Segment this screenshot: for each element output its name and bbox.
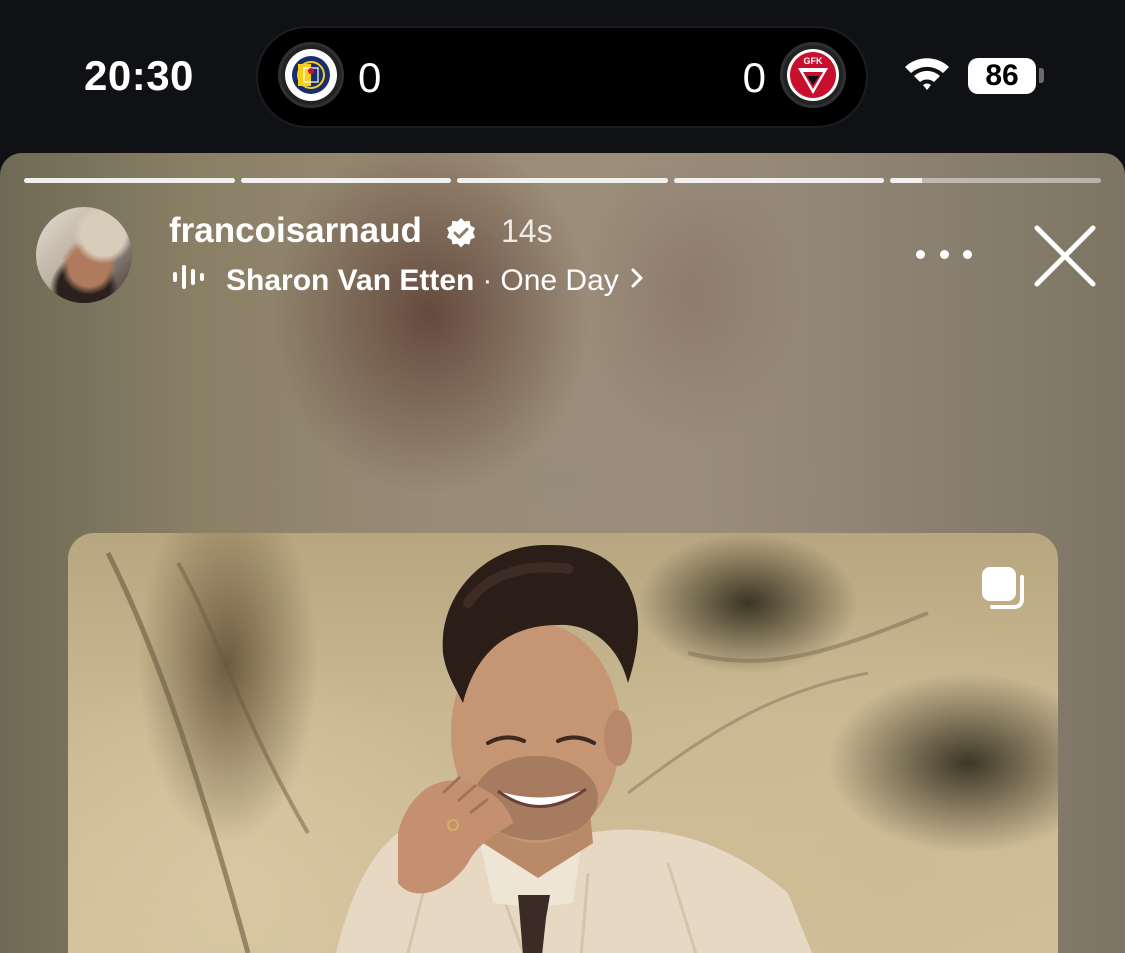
story-progress-segment (240, 178, 452, 183)
gaziantep-fk-crest-icon: GFK (780, 42, 846, 108)
audio-wave-icon (172, 261, 206, 301)
home-score: 0 (358, 54, 382, 101)
more-options-dot (939, 249, 949, 259)
status-bar: 20:30 0 0 GFK 86 (0, 0, 1125, 152)
story-progress-fill (240, 178, 452, 183)
story-progress-segment (457, 178, 668, 183)
more-options-icon (916, 249, 925, 259)
close-icon (1034, 225, 1096, 287)
story-progress-fill (673, 178, 885, 183)
more-options-button[interactable] (916, 241, 972, 267)
battery-level: 86 (968, 58, 1036, 94)
story-progress-fill (457, 178, 668, 183)
carousel-multiple-icon (978, 563, 1028, 618)
story-viewer[interactable]: francoisarnaud 14s Sharon Van Etten · On… (0, 153, 1125, 953)
story-progress-segment (24, 178, 235, 183)
music-artist: Sharon Van Etten (226, 264, 475, 297)
wifi-icon (902, 54, 952, 97)
battery-tip (1039, 68, 1044, 83)
story-username[interactable]: francoisarnaud (169, 211, 422, 251)
live-activity-scoreboard[interactable]: 0 0 GFK (258, 28, 866, 126)
shared-post[interactable] (68, 533, 1058, 953)
verified-badge-icon (445, 217, 477, 254)
music-attribution[interactable]: Sharon Van Etten · One Day (172, 261, 645, 301)
more-options-dot (963, 249, 972, 259)
story-progress-bar (24, 178, 1101, 183)
story-progress-fill (890, 178, 922, 183)
fenerbahce-crest-icon (278, 42, 344, 108)
story-progress-fill (24, 178, 235, 183)
music-separator: · (482, 264, 493, 297)
chevron-right-icon (629, 264, 645, 298)
music-song: One Day (500, 264, 619, 297)
story-progress-segment (890, 178, 1101, 183)
away-badge-text: GFK (804, 56, 823, 66)
story-progress-segment (673, 178, 885, 183)
avatar[interactable] (36, 207, 132, 303)
away-score: 0 (742, 54, 766, 101)
post-photo (105, 544, 929, 953)
close-button[interactable] (1032, 223, 1098, 289)
story-timestamp: 14s (501, 213, 553, 249)
status-time: 20:30 (84, 52, 194, 99)
